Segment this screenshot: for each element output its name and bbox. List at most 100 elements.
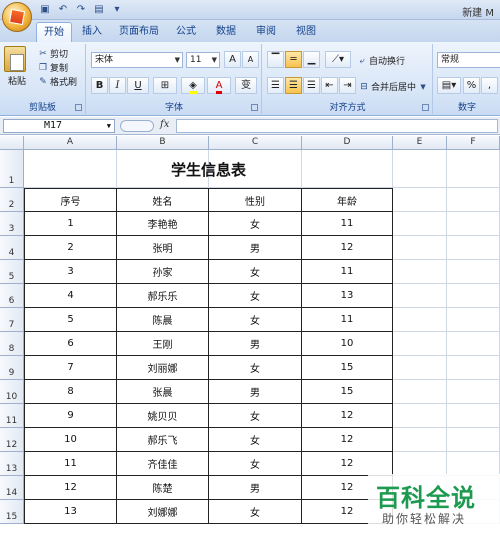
row-header[interactable]: 14 [0,476,24,500]
empty-cell[interactable] [393,452,447,476]
table-cell[interactable]: 4 [24,284,117,308]
alignment-launcher-icon[interactable] [422,104,429,111]
tab-home[interactable]: 开始 [36,22,72,42]
insert-function-icon[interactable]: fx [160,119,169,130]
font-color-button[interactable]: A [207,77,231,94]
copy-button[interactable]: ❐ 复制 [38,61,68,75]
table-cell[interactable]: 7 [24,356,117,380]
empty-cell[interactable] [393,212,447,236]
table-cell[interactable]: 1 [24,212,117,236]
table-cell[interactable]: 女 [209,428,302,452]
empty-cell[interactable] [447,332,500,356]
office-button[interactable] [2,2,32,32]
merge-center-button[interactable]: ⊟ 合并后居中 ▼ [359,80,428,94]
table-header-cell[interactable]: 序号 [24,188,117,212]
table-cell[interactable]: 孙家 [117,260,209,284]
row-header[interactable]: 9 [0,356,24,380]
empty-cell[interactable] [447,452,500,476]
row-header[interactable]: 4 [0,236,24,260]
table-cell[interactable]: 郝乐飞 [117,428,209,452]
tab-view[interactable]: 视图 [290,22,322,42]
paste-icon[interactable] [4,46,26,72]
empty-cell[interactable] [393,356,447,380]
table-cell[interactable]: 男 [209,236,302,260]
align-middle-button[interactable]: ═ [285,51,302,68]
empty-cell[interactable] [393,150,447,188]
empty-cell[interactable] [393,428,447,452]
empty-cell[interactable] [393,380,447,404]
table-cell[interactable]: 3 [24,260,117,284]
align-right-button[interactable]: ☰ [303,77,320,94]
row-header[interactable]: 6 [0,284,24,308]
table-cell[interactable]: 12 [302,452,393,476]
number-format-combo[interactable]: 常规 [437,52,500,68]
empty-cell[interactable] [447,428,500,452]
empty-cell[interactable] [393,308,447,332]
table-cell[interactable]: 5 [24,308,117,332]
font-name-combo[interactable]: 宋体 ▼ [91,52,183,68]
column-header-f[interactable]: F [447,136,500,150]
table-cell[interactable]: 女 [209,404,302,428]
fill-color-button[interactable]: ◈ [181,77,205,94]
font-launcher-icon[interactable] [251,104,258,111]
table-cell[interactable]: 10 [302,332,393,356]
wrap-text-button[interactable]: ⤶ 自动换行 [357,54,405,68]
align-left-button[interactable]: ☰ [267,77,284,94]
table-cell[interactable]: 张明 [117,236,209,260]
empty-cell[interactable] [447,212,500,236]
shrink-font-button[interactable]: A [242,51,259,68]
table-cell[interactable]: 11 [302,260,393,284]
table-cell[interactable]: 齐佳佳 [117,452,209,476]
redo-icon[interactable]: ↷ [74,3,88,16]
column-header-c[interactable]: C [209,136,302,150]
table-cell[interactable]: 10 [24,428,117,452]
table-cell[interactable]: 女 [209,308,302,332]
row-header[interactable]: 2 [0,188,24,212]
row-header[interactable]: 15 [0,500,24,524]
table-cell[interactable]: 姚贝贝 [117,404,209,428]
tab-data[interactable]: 数据 [210,22,242,42]
table-cell[interactable]: 男 [209,332,302,356]
table-cell[interactable]: 女 [209,260,302,284]
accounting-format-button[interactable]: ▤▾ [437,77,461,94]
table-cell[interactable]: 2 [24,236,117,260]
table-cell[interactable]: 11 [302,212,393,236]
table-cell[interactable]: 刘娜娜 [117,500,209,524]
table-header-cell[interactable]: 年龄 [302,188,393,212]
empty-cell[interactable] [447,284,500,308]
table-cell[interactable]: 王刚 [117,332,209,356]
row-header[interactable]: 5 [0,260,24,284]
table-cell[interactable]: 李艳艳 [117,212,209,236]
table-cell[interactable]: 女 [209,356,302,380]
empty-cell[interactable] [447,260,500,284]
increase-indent-button[interactable]: ⇥ [339,77,356,94]
empty-cell[interactable] [393,332,447,356]
table-cell[interactable]: 11 [302,308,393,332]
table-cell[interactable]: 男 [209,476,302,500]
table-cell[interactable]: 9 [24,404,117,428]
column-header-b[interactable]: B [117,136,209,150]
table-header-cell[interactable]: 性别 [209,188,302,212]
row-header[interactable]: 3 [0,212,24,236]
row-header[interactable]: 12 [0,428,24,452]
name-box[interactable]: M17 ▼ [3,119,115,133]
percent-style-button[interactable]: % [463,77,480,94]
select-all-corner[interactable] [0,136,24,150]
borders-button[interactable]: ⊞ [153,77,177,94]
table-cell[interactable]: 12 [302,236,393,260]
align-bottom-button[interactable]: ▁ [303,51,320,68]
font-size-combo[interactable]: 11 ▼ [186,52,220,68]
empty-cell[interactable] [447,404,500,428]
sheet-title[interactable]: 学生信息表 [24,150,393,188]
comma-style-button[interactable]: , [481,77,498,94]
table-cell[interactable]: 女 [209,500,302,524]
empty-cell[interactable] [447,150,500,188]
paste-button[interactable]: 粘贴 [8,74,26,87]
row-header[interactable]: 10 [0,380,24,404]
tab-insert[interactable]: 插入 [76,22,108,42]
formula-input[interactable] [176,119,498,133]
empty-cell[interactable] [447,308,500,332]
table-cell[interactable]: 13 [302,284,393,308]
row-header[interactable]: 8 [0,332,24,356]
empty-cell[interactable] [393,236,447,260]
